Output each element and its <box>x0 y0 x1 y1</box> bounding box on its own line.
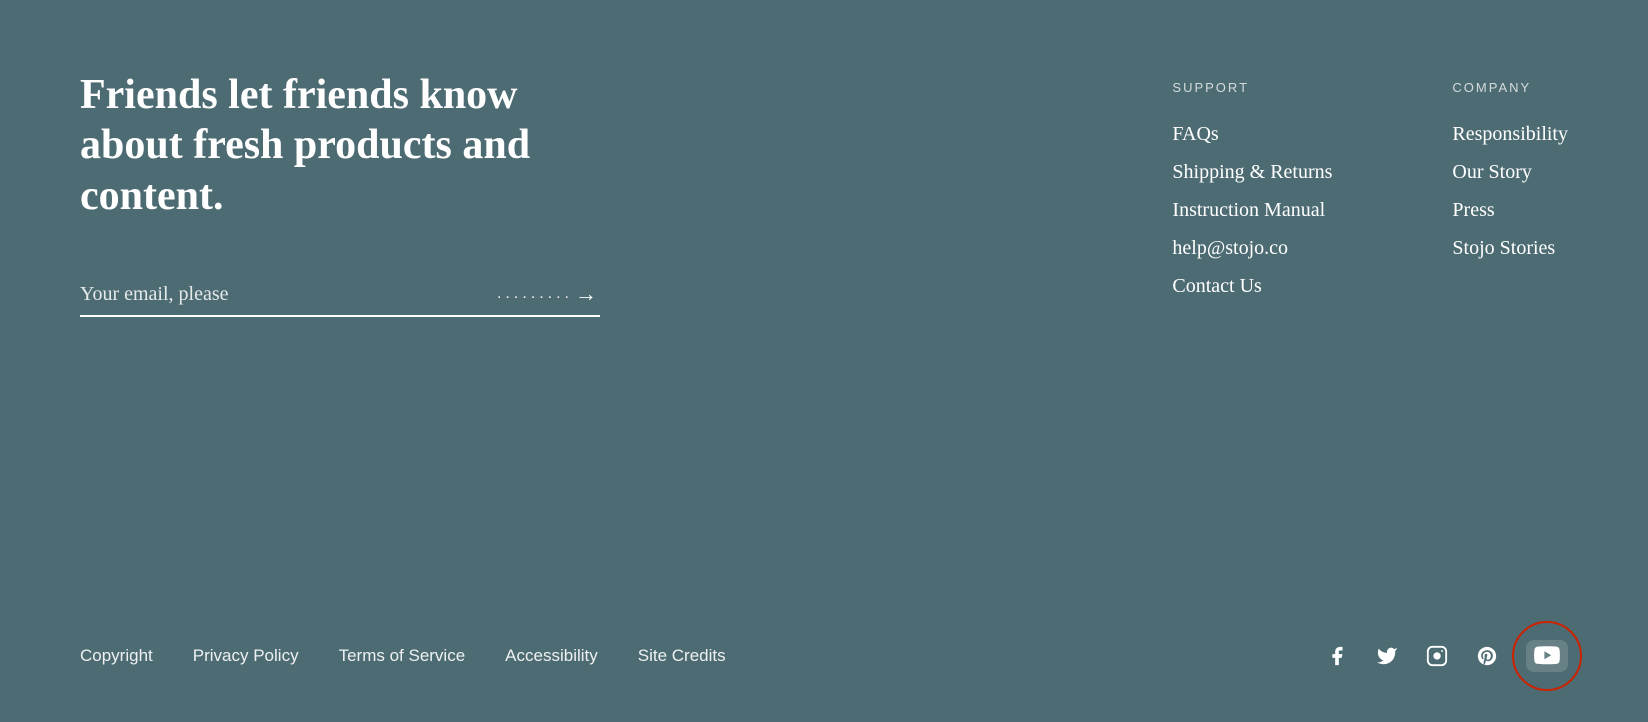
nav-link-instruction-manual[interactable]: Instruction Manual <box>1172 193 1332 227</box>
youtube-button-bg <box>1526 640 1568 672</box>
legal-link-site-credits[interactable]: Site Credits <box>638 646 726 666</box>
footer: Friends let friends know about fresh pro… <box>0 0 1648 722</box>
nav-link-our-story[interactable]: Our Story <box>1452 155 1568 189</box>
nav-link-help-email[interactable]: help@stojo.co <box>1172 231 1332 265</box>
footer-nav: SUPPORT FAQs Shipping & Returns Instruct… <box>1172 70 1568 560</box>
nav-link-faqs[interactable]: FAQs <box>1172 117 1332 151</box>
support-column-title: SUPPORT <box>1172 80 1332 95</box>
nav-link-stojo-stories[interactable]: Stojo Stories <box>1452 231 1568 265</box>
email-input[interactable] <box>80 283 487 306</box>
nav-link-responsibility[interactable]: Responsibility <box>1452 117 1568 151</box>
legal-link-terms-of-service[interactable]: Terms of Service <box>339 646 466 666</box>
legal-link-privacy-policy[interactable]: Privacy Policy <box>193 646 299 666</box>
twitter-icon[interactable] <box>1376 645 1398 667</box>
nav-link-contact-us[interactable]: Contact Us <box>1172 269 1332 303</box>
footer-main: Friends let friends know about fresh pro… <box>80 70 1568 560</box>
legal-link-copyright[interactable]: Copyright <box>80 646 153 666</box>
legal-link-accessibility[interactable]: Accessibility <box>505 646 598 666</box>
support-column: SUPPORT FAQs Shipping & Returns Instruct… <box>1172 80 1332 560</box>
arrow-dots: ......... <box>497 285 573 303</box>
footer-legal: Copyright Privacy Policy Terms of Servic… <box>80 646 726 666</box>
footer-bottom: Copyright Privacy Policy Terms of Servic… <box>80 620 1568 672</box>
social-icons <box>1326 640 1568 672</box>
nav-link-press[interactable]: Press <box>1452 193 1568 227</box>
youtube-wrapper <box>1526 640 1568 672</box>
nav-link-shipping-returns[interactable]: Shipping & Returns <box>1172 155 1332 189</box>
email-input-wrapper: ......... → <box>80 281 600 317</box>
instagram-icon[interactable] <box>1426 645 1448 667</box>
facebook-icon[interactable] <box>1326 645 1348 667</box>
youtube-icon[interactable] <box>1526 640 1568 672</box>
company-column: COMPANY Responsibility Our Story Press S… <box>1452 80 1568 560</box>
pinterest-icon[interactable] <box>1476 645 1498 667</box>
footer-headline: Friends let friends know about fresh pro… <box>80 70 630 221</box>
footer-left: Friends let friends know about fresh pro… <box>80 70 630 560</box>
arrow-symbol: → <box>575 281 600 307</box>
company-column-title: COMPANY <box>1452 80 1568 95</box>
email-form: ......... → <box>80 281 600 317</box>
submit-button[interactable]: ......... → <box>487 281 600 307</box>
